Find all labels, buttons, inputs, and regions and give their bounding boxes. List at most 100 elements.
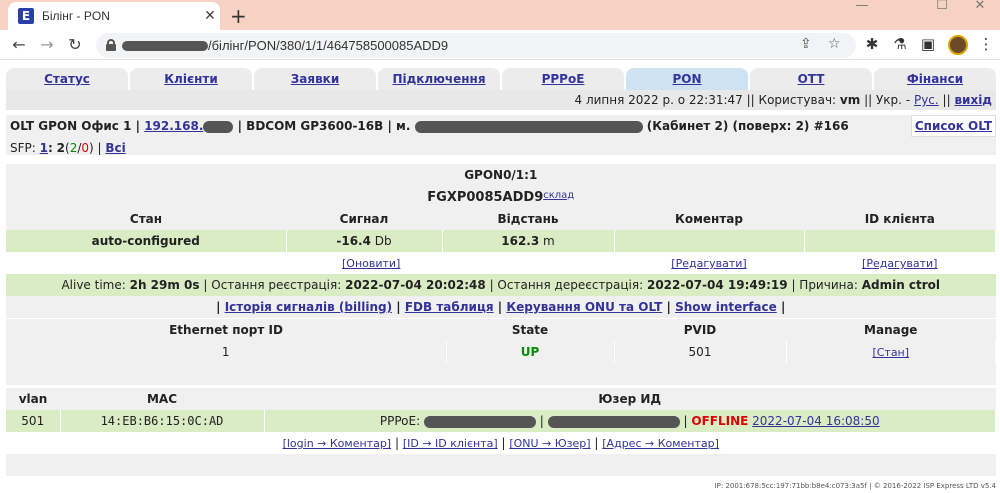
lock-icon[interactable] (106, 39, 116, 51)
lab-flask-icon[interactable]: ⚗ (890, 35, 910, 53)
forward-arrow-icon[interactable]: → (36, 34, 58, 56)
tab-finance[interactable]: Фінанси (874, 68, 996, 90)
col-client-id: ID клієнта (864, 212, 935, 226)
col-state: Стан (129, 212, 163, 226)
sfp-2-online-count: 2 (69, 141, 78, 155)
onu-comment (614, 230, 805, 252)
onu-serial: FGXP0085ADD9 (427, 189, 544, 205)
tab-connections[interactable]: Підключення (378, 68, 500, 90)
page-content: Статус Клієнти Заявки Підключення PPPoE … (0, 61, 1000, 493)
side-panel-icon[interactable]: ▣ (918, 35, 938, 53)
address-to-comment-link[interactable]: [Адрес → Коментар] (602, 437, 719, 450)
tab-ott[interactable]: OTT (750, 68, 872, 90)
onu-to-user-link[interactable]: [ONU → Юзер] (509, 437, 590, 450)
col-port-state: State (511, 323, 549, 337)
onu-actions: | Історія сигналів (billing) | FDB табли… (216, 300, 786, 314)
browser-tab[interactable]: E Білінг - PON ✕ (8, 2, 220, 30)
extensions-icon[interactable]: ✱ (862, 35, 882, 53)
col-vlan: vlan (18, 392, 48, 406)
col-distance: Відстань (497, 212, 559, 226)
share-icon[interactable]: ⇪ (800, 36, 812, 52)
user-id-cell: PPPoE: | | OFFLINE 2022-07-04 16:08:50 (264, 410, 996, 432)
olt-ip-link[interactable]: 192.168. (144, 119, 203, 133)
col-signal: Сигнал (339, 212, 389, 226)
show-interface-link[interactable]: Show interface (675, 300, 777, 314)
bulk-actions: [login → Коментар] | [ID → ID клієнта] |… (282, 436, 719, 450)
browser-toolbar: ← → ↻ /білінг/PON/380/1/1/464758500085AD… (0, 30, 1000, 60)
tab-clients[interactable]: Клієнти (130, 68, 252, 90)
mac-address: 14:EB:B6:15:0C:AD (60, 410, 265, 432)
edit-comment-link[interactable]: [Редагувати] (671, 257, 746, 270)
redacted-login (423, 415, 536, 428)
col-pvid: PVID (683, 323, 717, 337)
redacted-user (547, 415, 680, 428)
tab-requests[interactable]: Заявки (254, 68, 376, 90)
vlan-mac-panel: vlan MAC Юзер ИД 501 14:EB:B6:15:0C:AD P… (6, 388, 996, 476)
minimize-button[interactable]: — (842, 0, 882, 12)
gpon-port: GPON0/1:1 (464, 168, 538, 182)
profile-avatar[interactable] (948, 35, 968, 55)
refresh-signal-link[interactable]: [Оновити] (342, 257, 400, 270)
sfp-2-current: 2 (56, 141, 65, 155)
fdb-table-link[interactable]: FDB таблиця (405, 300, 494, 314)
onu-panel: GPON0/1:1 FGXP0085ADD9склад Стан Сигнал … (6, 164, 996, 318)
table-row: 1 UP 501 [Стан] (6, 341, 996, 363)
tab-pppoe[interactable]: PPPoE (502, 68, 624, 90)
bookmark-star-icon[interactable]: ☆ (828, 36, 841, 52)
olt-list-button[interactable]: Список OLT (911, 115, 996, 137)
sfp-selector: SFP: 1: 2(2/0) | Всі (10, 141, 126, 155)
new-tab-button[interactable]: + (230, 4, 247, 28)
olt-title: OLT GPON Офис 1 | 192.168. | BDCOM GP360… (10, 119, 849, 133)
reload-icon[interactable]: ↻ (64, 34, 86, 56)
port-pvid: 501 (614, 341, 787, 363)
close-tab-icon[interactable]: ✕ (200, 8, 220, 24)
olt-header: OLT GPON Офис 1 | 192.168. | BDCOM GP360… (6, 115, 996, 155)
signal-history-link[interactable]: Історія сигналів (billing) (225, 300, 392, 314)
tab-status[interactable]: Статус (6, 68, 128, 90)
table-row: 501 14:EB:B6:15:0C:AD PPPoE: | | OFFLINE… (6, 410, 996, 432)
id-to-client-id-link[interactable]: [ID → ID клієнта] (403, 437, 498, 450)
maximize-button[interactable]: ☐ (922, 0, 962, 12)
port-state-link[interactable]: [Стан] (872, 346, 909, 359)
menu-dots-icon[interactable]: ⋮ (976, 35, 996, 53)
edit-client-id-link[interactable]: [Редагувати] (862, 257, 937, 270)
ethernet-ports-panel: Ethernet порт ID State PVID Manage 1 UP … (6, 319, 996, 385)
col-port-id: Ethernet порт ID (169, 323, 283, 337)
sfp-2-offline-count: 0 (81, 141, 90, 155)
onu-signal: -16.4 Db (286, 230, 443, 252)
redacted-domain (122, 41, 208, 51)
browser-titlebar: E Білінг - PON ✕ + — ☐ ✕ (0, 0, 1000, 30)
main-nav: Статус Клієнти Заявки Підключення PPPoE … (6, 68, 996, 90)
onu-distance: 162.3 m (442, 230, 615, 252)
app-logo-icon: E (18, 8, 34, 24)
current-datetime: 4 липня 2022 р. о 22:31:47 (574, 93, 743, 107)
redacted-ip (203, 120, 234, 133)
last-seen-link[interactable]: 2022-07-04 16:08:50 (752, 414, 879, 428)
username: vm (839, 93, 861, 107)
logout-link[interactable]: вихід (954, 93, 992, 107)
status-badge: OFFLINE (691, 414, 749, 428)
user-info-bar: 4 липня 2022 р. о 22:31:47 || Користувач… (6, 90, 996, 110)
port-id: 1 (6, 341, 447, 363)
onu-client-id (804, 230, 996, 252)
sfp-1-link[interactable]: 1 (40, 141, 48, 155)
port-state: UP (446, 341, 615, 363)
page-footer: IP: 2001:678:5cc:197:71bb:b8e4:c073:3a5f… (714, 482, 996, 490)
tab-pon[interactable]: PON (626, 68, 748, 90)
login-to-comment-link[interactable]: [login → Коментар] (283, 437, 392, 450)
sklad-link[interactable]: склад (543, 190, 574, 201)
address-bar[interactable]: /білінг/PON/380/1/1/464758500085ADD9 ⇪ ☆ (96, 33, 856, 58)
onu-olt-control-link[interactable]: Керування ONU та OLT (506, 300, 662, 314)
col-mac: MAC (146, 392, 178, 406)
redacted-location (414, 120, 643, 133)
onu-state: auto-configured (6, 230, 287, 252)
sfp-all-link[interactable]: Всі (105, 141, 125, 155)
tab-title: Білінг - PON (42, 9, 110, 23)
onu-registration-info: Alive time: 2h 29m 0s | Остання реєстрац… (61, 278, 941, 292)
col-manage: Manage (864, 323, 918, 337)
col-user-id: Юзер ИД (598, 392, 662, 406)
window-close-button[interactable]: ✕ (960, 0, 1000, 12)
lang-ru-link[interactable]: Рус. (914, 93, 939, 107)
back-arrow-icon[interactable]: ← (8, 34, 30, 56)
url-text[interactable]: /білінг/PON/380/1/1/464758500085ADD9 (208, 38, 448, 53)
